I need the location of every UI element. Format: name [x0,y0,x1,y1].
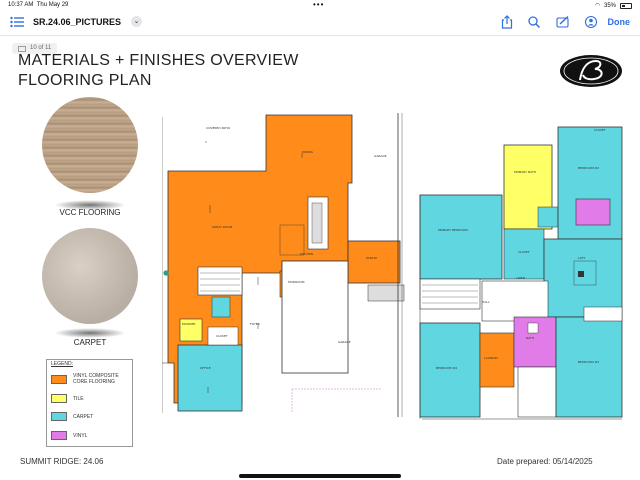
room-label: DINING [302,150,314,154]
legend-chip [51,412,67,421]
first-floor-plan: COVERED PATIO DINING GARAGE GREAT ROOM K… [162,113,406,417]
page-title: MATERIALS + FINISHES OVERVIEW [18,52,299,69]
room-label: MUDROOM [288,280,305,284]
legend-item-label: CARPET [73,413,94,420]
page-subtitle: FLOORING PLAN [18,72,152,89]
room-label: POWDER [182,322,195,326]
room-label: COVERED PATIO [206,126,231,130]
done-button[interactable]: Done [608,17,631,27]
profile-icon[interactable] [584,15,598,29]
list-icon[interactable] [10,16,24,28]
share-icon[interactable] [500,15,514,29]
room-label: PRIMARY BATH [514,170,536,174]
toolbar: SR.24.06_PICTURES ⌄ Done [0,10,640,36]
room-label: GREAT ROOM [212,225,233,229]
room-label: LAUNDRY [484,356,498,360]
swatch-shadow [54,328,126,338]
legend-chip [51,394,67,403]
legend-item-label: VINYL COMPOSITE CORE FLOORING [73,373,119,385]
legend-title: LEGEND: [51,361,73,367]
chevron-down-icon[interactable]: ⌄ [131,16,142,27]
room-label: CLOSET [594,128,606,132]
room-label: FOYER [250,322,260,326]
markup-icon[interactable] [556,15,570,29]
legend-item: CARPET [51,412,129,421]
room-label: CLOSET [216,334,228,338]
legend-chip [51,431,67,440]
room-label: BATH [526,336,534,340]
room-label: HALL [482,300,490,304]
room-label: GARAGE [374,154,387,158]
brand-logo [560,55,622,87]
room-label: PRIMARY BEDROOM [438,228,468,232]
search-icon[interactable] [527,15,541,29]
room-label: BEDROOM #3 [578,360,599,364]
room-label: KITCHEN [300,252,313,256]
carpet-swatch [42,228,138,324]
room-label: PANTRY [366,256,378,260]
document-page: 10 of 11 MATERIALS + FINISHES OVERVIEW F… [0,37,640,480]
room-label: LINEN [516,276,525,280]
room-label: LOFT [578,256,586,260]
room-label: GARAGE [338,340,351,344]
room-label: BEDROOM #2 [578,166,599,170]
carpet-label: CARPET [73,338,107,347]
battery-percent: 35% [603,2,616,9]
status-right: ◠ 35% [595,2,632,9]
pages-icon [18,45,26,52]
second-floor-plan: PRIMARY BEDROOM PRIMARY BATH BEDROOM #2 … [418,123,624,421]
status-time: 10:37 AM Thu May 29 [8,2,69,8]
room-label: OFFICE [200,366,211,370]
vcc-flooring-swatch [42,97,138,193]
legend-item: VINYL [51,431,129,440]
multitask-dots-icon[interactable]: ••• [313,0,324,9]
legend-item-label: TILE [73,395,84,402]
legend: LEGEND: VINYL COMPOSITE CORE FLOORING TI… [46,359,133,447]
footer-date: Date prepared: 05/14/2025 [497,457,593,466]
legend-item: TILE [51,394,129,403]
footer-project: SUMMIT RIDGE: 24.06 [20,457,104,466]
room-label: BEDROOM #4 [436,366,457,370]
status-bar: 10:37 AM Thu May 29 ••• ◠ 35% [0,0,640,10]
legend-chip [51,374,67,384]
vcc-flooring-label: VCC FLOORING [59,208,121,217]
legend-item: VINYL COMPOSITE CORE FLOORING [51,373,129,385]
legend-item-label: VINYL [73,432,88,439]
home-indicator[interactable] [239,474,401,478]
battery-icon [620,2,632,9]
room-label: CLOSET [518,250,530,254]
wifi-icon: ◠ [594,3,600,9]
document-title[interactable]: SR.24.06_PICTURES [33,17,121,27]
